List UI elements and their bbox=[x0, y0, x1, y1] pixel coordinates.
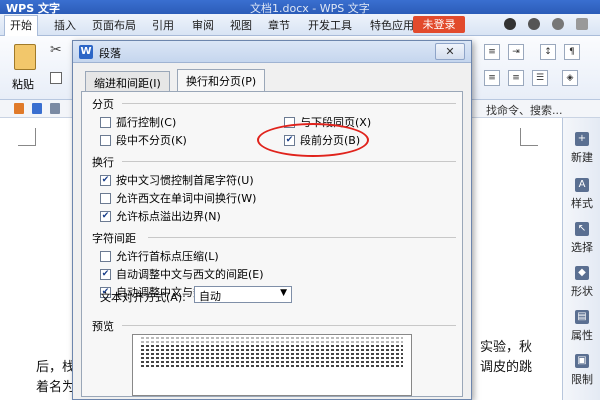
text-align-select[interactable]: 自动 ▼ bbox=[194, 286, 292, 303]
scissors-icon[interactable]: ✂ bbox=[50, 42, 62, 58]
section-pagination: 分页 bbox=[92, 98, 114, 111]
pane-style[interactable]: A 样式 bbox=[563, 178, 600, 211]
pane-new[interactable]: + 新建 bbox=[563, 132, 600, 165]
tab-view[interactable]: 视图 bbox=[230, 17, 252, 33]
crop-mark bbox=[18, 128, 36, 146]
preview-pane bbox=[132, 334, 412, 396]
show-marks-icon[interactable]: ¶ bbox=[564, 44, 580, 60]
paragraph-dialog: W 段落 ✕ 缩进和间距(I) 换行和分页(P) 分页 孤行控制(C) 与下段同… bbox=[72, 40, 472, 400]
kinsoku-option[interactable]: ✔ 按中文习惯控制首尾字符(U) bbox=[100, 172, 254, 188]
line-spacing-icon[interactable]: ☰ bbox=[532, 70, 548, 86]
tab-special[interactable]: 特色应用 bbox=[370, 17, 414, 33]
section-divider bbox=[122, 103, 456, 104]
preview-line bbox=[141, 337, 403, 339]
settings-icon[interactable] bbox=[528, 18, 540, 30]
print-icon[interactable] bbox=[50, 103, 60, 114]
tab-review[interactable]: 审阅 bbox=[192, 17, 214, 33]
wps-writer-icon: W bbox=[79, 45, 93, 59]
tab-chapter[interactable]: 章节 bbox=[268, 17, 290, 33]
indent-icon[interactable]: ⇥ bbox=[508, 44, 524, 60]
section-preview: 预览 bbox=[92, 320, 114, 333]
title-bar: WPS 文字 文档1.docx - WPS 文字 bbox=[0, 0, 600, 15]
tab-indent-spacing[interactable]: 缩进和间距(I) bbox=[85, 71, 170, 91]
word-wrap-checkbox[interactable] bbox=[100, 192, 111, 204]
properties-icon: ▤ bbox=[575, 310, 589, 324]
collapse-ribbon-icon[interactable] bbox=[576, 18, 588, 30]
pane-shape[interactable]: ◆ 形状 bbox=[563, 266, 600, 299]
tab-insert[interactable]: 插入 bbox=[54, 17, 76, 33]
hanging-punct-option[interactable]: ✔ 允许标点溢出边界(N) bbox=[100, 208, 221, 224]
crop-mark bbox=[520, 128, 538, 146]
keep-lines-checkbox[interactable] bbox=[100, 134, 111, 146]
pane-properties[interactable]: ▤ 属性 bbox=[563, 310, 600, 343]
paste-button[interactable]: 粘贴 bbox=[12, 76, 34, 92]
lock-icon: ▣ bbox=[575, 354, 589, 368]
text-align-label: 文本对齐方式(A): bbox=[100, 291, 186, 304]
shape-icon: ◆ bbox=[575, 266, 589, 280]
compress-punct-option[interactable]: 允许行首标点压缩(L) bbox=[100, 248, 219, 264]
pane-select[interactable]: ↖ 选择 bbox=[563, 222, 600, 255]
preview-line bbox=[141, 345, 403, 347]
widow-control-checkbox[interactable] bbox=[100, 116, 111, 128]
login-button[interactable]: 未登录 bbox=[413, 16, 465, 33]
doc-text-line: 着名为 bbox=[36, 380, 76, 395]
tab-page-layout[interactable]: 页面布局 bbox=[92, 17, 136, 33]
shading-icon[interactable]: ◈ bbox=[562, 70, 578, 86]
sort-icon[interactable]: ↕ bbox=[540, 44, 556, 60]
save-icon[interactable] bbox=[32, 103, 42, 114]
preview-line bbox=[141, 349, 403, 351]
copy-icon[interactable] bbox=[50, 72, 62, 84]
compress-punct-checkbox[interactable] bbox=[100, 250, 111, 262]
preview-line bbox=[141, 341, 403, 343]
auto-space-latin-option[interactable]: ✔ 自动调整中文与西文的间距(E) bbox=[100, 266, 264, 282]
new-icon: + bbox=[575, 132, 589, 146]
doc-text-line: 后，栈 bbox=[36, 360, 76, 375]
select-icon: ↖ bbox=[575, 222, 589, 236]
section-divider bbox=[122, 325, 456, 326]
align-left-icon[interactable]: ≡ bbox=[484, 70, 500, 86]
doc-text-line: 实验，秋 bbox=[480, 340, 533, 355]
kinsoku-checkbox[interactable]: ✔ bbox=[100, 174, 111, 186]
paste-icon[interactable] bbox=[14, 44, 36, 70]
chevron-down-icon: ▼ bbox=[280, 288, 287, 298]
section-divider bbox=[122, 161, 456, 162]
tab-line-page-breaks[interactable]: 换行和分页(P) bbox=[177, 69, 266, 92]
auto-space-latin-checkbox[interactable]: ✔ bbox=[100, 268, 111, 280]
ribbon-tab-row: 开始 插入 页面布局 引用 审阅 视图 章节 开发工具 特色应用 未登录 bbox=[0, 14, 600, 36]
dialog-title-bar[interactable]: W 段落 ✕ bbox=[73, 41, 471, 63]
new-doc-icon[interactable] bbox=[14, 103, 24, 114]
pane-restrict[interactable]: ▣ 限制 bbox=[563, 354, 600, 387]
preview-line bbox=[141, 357, 403, 359]
keep-lines-option[interactable]: 段中不分页(K) bbox=[100, 132, 187, 148]
preview-line bbox=[141, 361, 403, 363]
numbering-icon[interactable]: ≡ bbox=[484, 44, 500, 60]
task-pane: + 新建 A 样式 ↖ 选择 ◆ 形状 ▤ 属性 ▣ 限制 bbox=[562, 118, 600, 400]
preview-line bbox=[141, 365, 403, 367]
highlight-annotation bbox=[257, 123, 369, 157]
tab-developer[interactable]: 开发工具 bbox=[308, 17, 352, 33]
widow-control-option[interactable]: 孤行控制(C) bbox=[100, 114, 176, 130]
help-icon[interactable] bbox=[552, 18, 564, 30]
skin-icon[interactable] bbox=[504, 18, 516, 30]
close-button[interactable]: ✕ bbox=[435, 43, 465, 60]
hanging-punct-checkbox[interactable]: ✔ bbox=[100, 210, 111, 222]
section-line-break: 换行 bbox=[92, 156, 114, 169]
align-right-icon[interactable]: ≡ bbox=[508, 70, 524, 86]
command-search-hint[interactable]: 找命令、搜索... bbox=[486, 102, 563, 118]
dialog-title: 段落 bbox=[99, 47, 121, 60]
tab-references[interactable]: 引用 bbox=[152, 17, 174, 33]
section-char-spacing: 字符间距 bbox=[92, 232, 136, 245]
preview-line bbox=[141, 353, 403, 355]
doc-text-line: 调皮的跳 bbox=[480, 360, 533, 375]
word-wrap-option[interactable]: 允许西文在单词中间换行(W) bbox=[100, 190, 256, 206]
style-icon: A bbox=[575, 178, 589, 192]
tab-home[interactable]: 开始 bbox=[4, 15, 38, 36]
section-divider bbox=[148, 237, 456, 238]
